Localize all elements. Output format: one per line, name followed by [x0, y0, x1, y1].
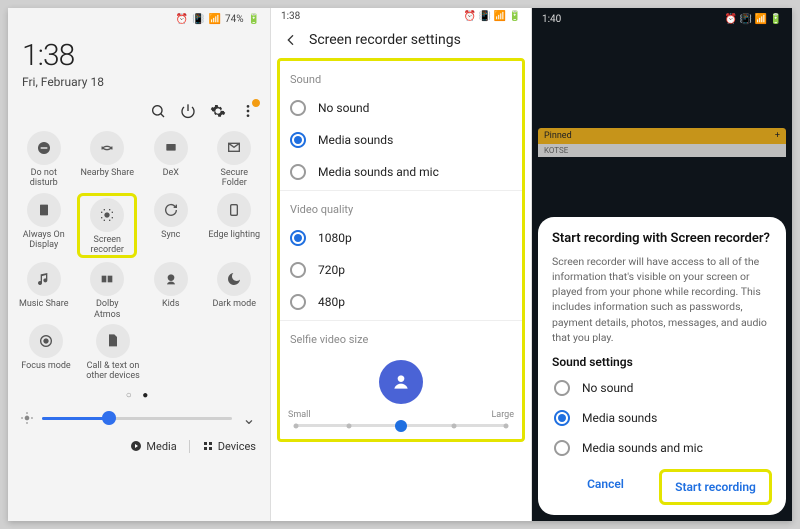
page-indicator: ○ ● — [8, 386, 270, 405]
scale-min: Small — [288, 410, 311, 420]
tile-nearby[interactable]: Nearby Share — [77, 131, 137, 189]
quality-1080[interactable]: 1080p — [286, 222, 516, 254]
media-label: Media — [146, 440, 176, 453]
chevron-down-icon[interactable]: ⌄ — [240, 409, 258, 428]
dlg-sound-mic[interactable]: Media sounds and mic — [552, 433, 772, 463]
sound-option-media[interactable]: Media sounds — [286, 124, 516, 156]
battery-icon: 🔋 — [248, 14, 260, 25]
status-bar: 1:40 ⏰ 📳 📶 🔋 — [532, 8, 792, 28]
vibrate-icon: 📳 — [192, 14, 204, 25]
tile-kids[interactable]: Kids — [141, 262, 201, 320]
clock-date: Fri, February 18 — [22, 75, 256, 89]
dlg-sound-media[interactable]: Media sounds — [552, 403, 772, 433]
settings-highlight-box: Sound No sound Media sounds Media sounds… — [277, 58, 525, 442]
radio-label: Media sounds — [582, 411, 657, 425]
quality-section-label: Video quality — [286, 193, 516, 222]
tile-label: DeX — [163, 168, 179, 188]
grid-icon — [202, 440, 214, 452]
clock-small: 1:38 — [281, 11, 300, 22]
tile-aod[interactable]: Always On Display — [14, 193, 74, 259]
tile-label: Edge lighting — [208, 230, 260, 250]
devices-label: Devices — [218, 440, 256, 453]
dialog-title: Start recording with Screen recorder? — [552, 231, 772, 246]
tile-screenrec[interactable]: Screen recorder — [77, 193, 137, 259]
clock-small: 1:40 — [542, 14, 561, 25]
selfie-section-label: Selfie video size — [286, 323, 516, 352]
pinned-header: Pinned — [544, 131, 572, 141]
tile-dark[interactable]: Dark mode — [204, 262, 264, 320]
radio-label: No sound — [582, 381, 633, 395]
back-icon[interactable] — [283, 32, 299, 48]
sound-section-label: Sound — [286, 63, 516, 92]
tile-label: Call & text on other devices — [86, 361, 140, 382]
recorder-settings-panel: 1:38 ⏰ 📳 📶 🔋 Screen recorder settings So… — [270, 8, 531, 521]
power-icon[interactable] — [180, 103, 196, 119]
sound-option-none[interactable]: No sound — [286, 92, 516, 124]
quick-settings-panel: ⏰ 📳 📶 74% 🔋 1:38 Fri, February 18 Do not… — [8, 8, 270, 521]
start-recording-dialog: Start recording with Screen recorder? Sc… — [538, 217, 786, 515]
tile-label: Always On Display — [23, 230, 65, 251]
tile-calltext[interactable]: Call & text on other devices — [76, 324, 150, 382]
play-icon — [130, 440, 142, 452]
tile-label: Focus mode — [21, 361, 70, 381]
tile-label: Secure Folder — [220, 168, 248, 189]
page-title: Screen recorder settings — [309, 32, 461, 48]
sun-icon — [20, 411, 34, 425]
radio-label: 480p — [318, 295, 345, 309]
pinned-item: KOTSE — [538, 144, 786, 157]
dialog-body: Screen recorder will have access to all … — [552, 254, 772, 345]
tile-label: Nearby Share — [80, 168, 134, 188]
tile-grid: Do not disturb Nearby Share DeX Secure F… — [8, 125, 270, 382]
scale-max: Large — [491, 410, 514, 420]
selfie-size-slider[interactable] — [296, 424, 506, 427]
tile-edge[interactable]: Edge lighting — [204, 193, 264, 259]
search-icon[interactable] — [150, 103, 166, 119]
quality-720[interactable]: 720p — [286, 254, 516, 286]
tile-label: Sync — [161, 230, 180, 250]
tile-label: Kids — [162, 299, 180, 319]
radio-label: Media sounds and mic — [582, 441, 703, 455]
cancel-button[interactable]: Cancel — [552, 469, 659, 505]
devices-button[interactable]: Devices — [202, 440, 256, 453]
tile-dex[interactable]: DeX — [141, 131, 201, 189]
tile-dolby[interactable]: Dolby Atmos — [77, 262, 137, 320]
selfie-avatar-icon — [379, 360, 423, 404]
more-icon[interactable] — [240, 103, 256, 119]
clock-time: 1:38 — [22, 38, 256, 73]
tile-label: Dolby Atmos — [94, 299, 120, 320]
tile-sync[interactable]: Sync — [141, 193, 201, 259]
status-bar: 1:38 ⏰ 📳 📶 🔋 — [271, 8, 531, 22]
tile-label: Screen recorder — [91, 235, 124, 256]
signal-icon: 📶 — [209, 14, 221, 25]
tile-label: Do not disturb — [30, 168, 58, 189]
radio-label: 720p — [318, 263, 345, 277]
status-bar: ⏰ 📳 📶 74% 🔋 — [8, 8, 270, 28]
media-button[interactable]: Media — [130, 440, 176, 453]
radio-label: Media sounds and mic — [318, 165, 439, 179]
battery-pct: 74% — [225, 14, 244, 25]
tile-focus[interactable]: Focus mode — [16, 324, 76, 382]
gear-icon[interactable] — [210, 103, 226, 119]
radio-label: No sound — [318, 101, 369, 115]
sound-option-mic[interactable]: Media sounds and mic — [286, 156, 516, 188]
radio-label: Media sounds — [318, 133, 393, 147]
tile-secure[interactable]: Secure Folder — [204, 131, 264, 189]
brightness-slider[interactable]: ⌄ — [8, 405, 270, 432]
tile-dnd[interactable]: Do not disturb — [14, 131, 74, 189]
tile-label: Dark mode — [212, 299, 256, 319]
recording-dialog-panel: 1:40 ⏰ 📳 📶 🔋 Pinned + KOTSE Start recordi… — [531, 8, 792, 521]
quality-480[interactable]: 480p — [286, 286, 516, 318]
tile-label: Music Share — [19, 299, 69, 319]
tile-music[interactable]: Music Share — [14, 262, 74, 320]
start-recording-button[interactable]: Start recording — [659, 469, 772, 505]
sound-settings-heading: Sound settings — [552, 355, 772, 369]
radio-label: 1080p — [318, 231, 352, 245]
alarm-icon: ⏰ — [176, 14, 188, 25]
pinned-background: Pinned + KOTSE — [538, 128, 786, 157]
dlg-sound-none[interactable]: No sound — [552, 373, 772, 403]
plus-icon: + — [775, 131, 780, 141]
